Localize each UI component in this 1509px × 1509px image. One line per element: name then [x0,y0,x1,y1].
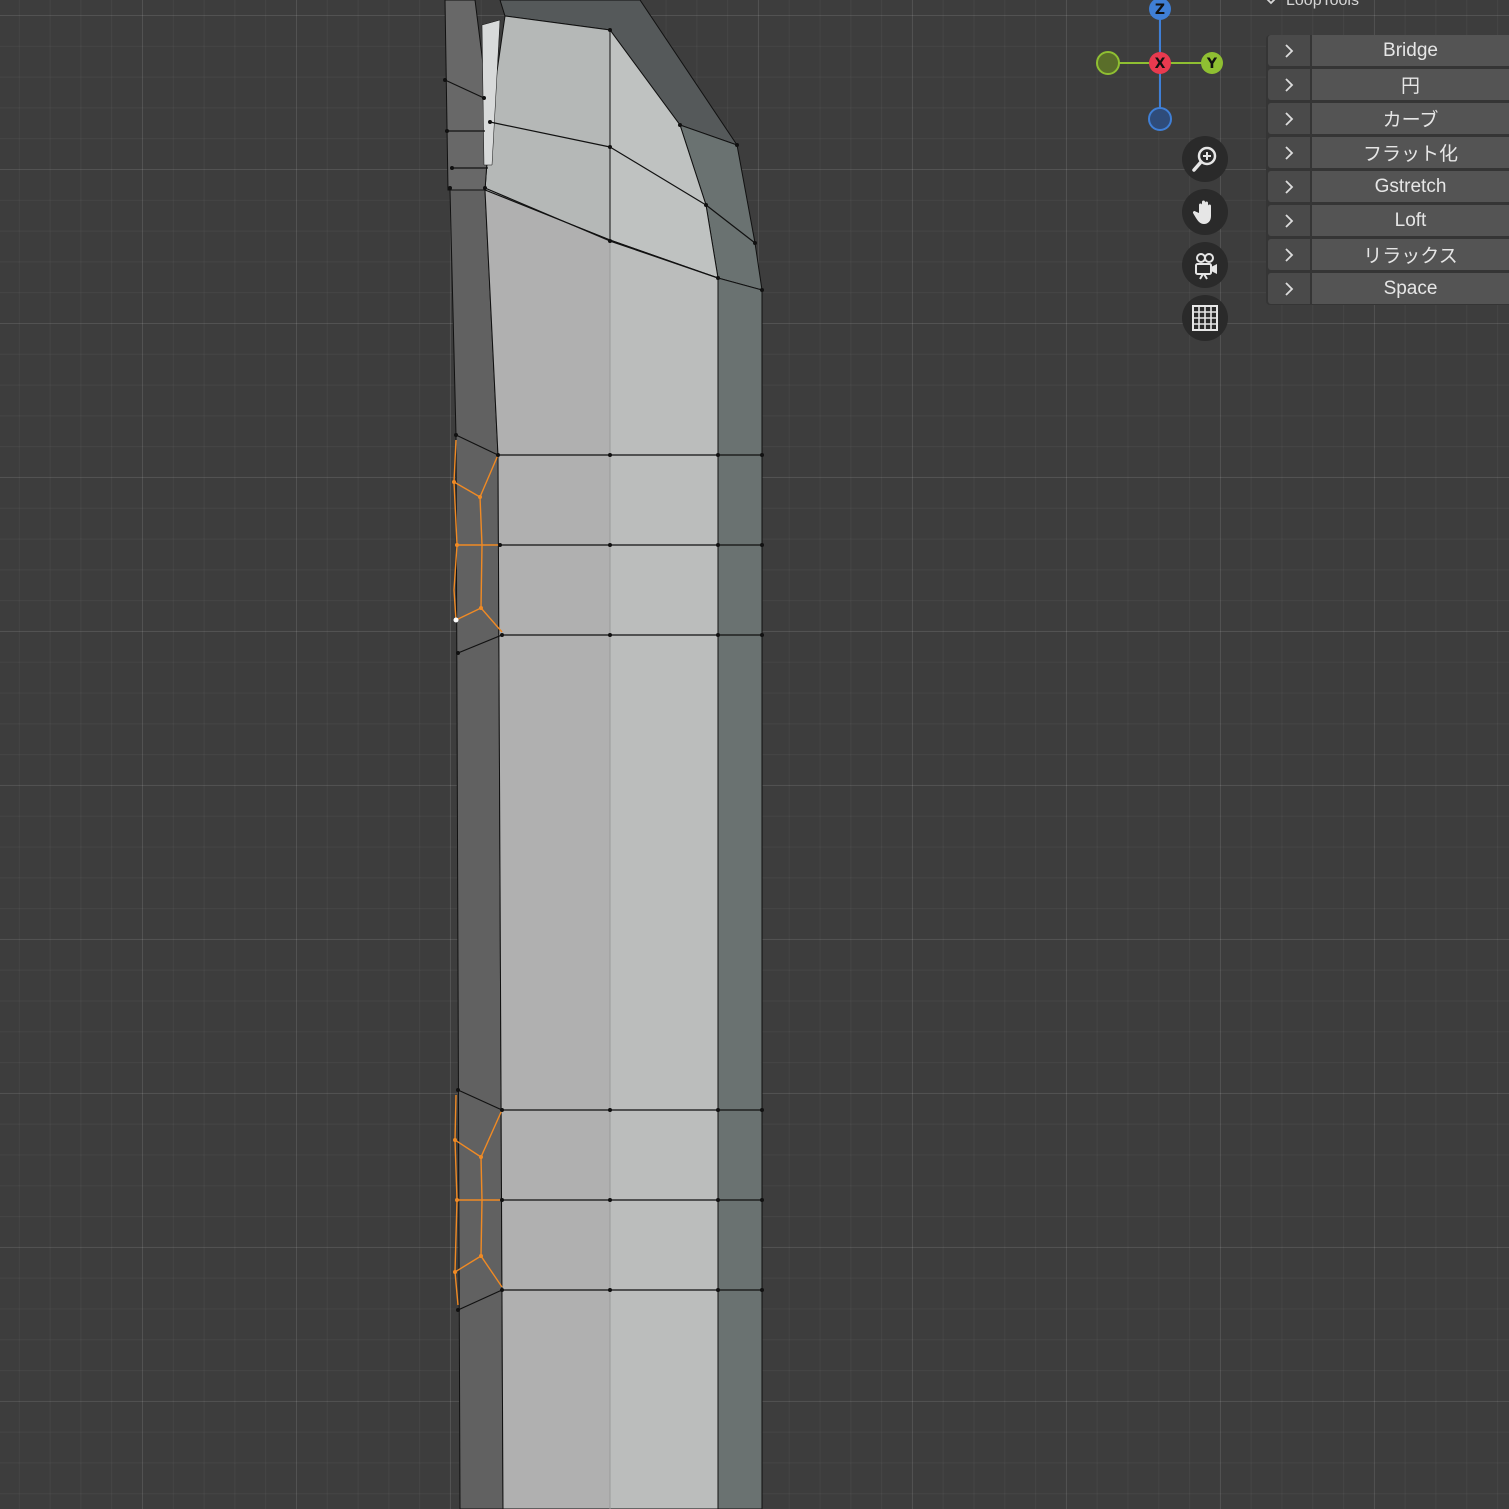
item-label: Loft [1312,205,1509,236]
looptools-item-space[interactable]: Space [1268,273,1509,304]
toggle-projection-button[interactable] [1182,295,1228,341]
looptools-item-curve[interactable]: カーブ [1268,103,1509,134]
item-label: Gstretch [1312,171,1509,202]
chevron-down-icon [1266,0,1276,5]
camera-icon [1195,253,1217,280]
zoom-button[interactable] [1182,136,1228,182]
panel-item-list: Bridge 円 カーブ フラット化 Gstretch Loft リラックス S… [1266,35,1509,305]
x-axis-handle[interactable]: X [1149,52,1171,74]
chevron-right-icon [1285,179,1294,194]
chevron-right-icon [1285,145,1294,160]
grid-icon [1192,305,1218,331]
item-label: カーブ [1312,103,1509,134]
item-label: フラット化 [1312,137,1509,168]
mesh-face-front-left [484,189,611,1509]
zoom-icon [1192,146,1217,172]
item-label: リラックス [1312,239,1509,270]
z-axis-handle[interactable]: Z [1149,0,1171,20]
camera-view-button[interactable] [1182,242,1228,288]
hand-pan-icon [1192,200,1211,224]
active-vertex [453,617,459,623]
mesh-face-right-side [717,277,763,1509]
looptools-item-loft[interactable]: Loft [1268,205,1509,236]
chevron-right-icon [1285,111,1294,126]
item-label: Space [1312,273,1509,304]
chevron-right-icon [1285,281,1294,296]
item-label: 円 [1312,69,1509,100]
panel-header[interactable]: LoopTools [1264,0,1359,12]
looptools-item-relax[interactable]: リラックス [1268,239,1509,270]
y-axis-handle[interactable]: Y [1201,52,1223,74]
navigation-gizmo[interactable]: Z Y X [1090,0,1230,140]
panel-title: LoopTools [1286,0,1359,9]
chevron-right-icon [1285,77,1294,92]
looptools-item-circle[interactable]: 円 [1268,69,1509,100]
pan-button[interactable] [1182,189,1228,235]
neg-z-axis-handle[interactable] [1148,107,1172,131]
item-label: Bridge [1312,35,1509,66]
chevron-right-icon [1285,213,1294,228]
mesh-face-front-right [609,239,719,1509]
svg-text:X: X [1155,56,1166,72]
svg-text:Z: Z [1155,2,1165,18]
chevron-right-icon [1285,247,1294,262]
neg-y-axis-handle[interactable] [1096,51,1120,75]
looptools-item-bridge[interactable]: Bridge [1268,35,1509,66]
looptools-item-flatten[interactable]: フラット化 [1268,137,1509,168]
looptools-panel: LoopTools Bridge 円 カーブ フラット化 Gstretch Lo… [1252,0,1509,320]
svg-text:Y: Y [1206,56,1218,72]
looptools-item-gstretch[interactable]: Gstretch [1268,171,1509,202]
chevron-right-icon [1285,43,1294,58]
